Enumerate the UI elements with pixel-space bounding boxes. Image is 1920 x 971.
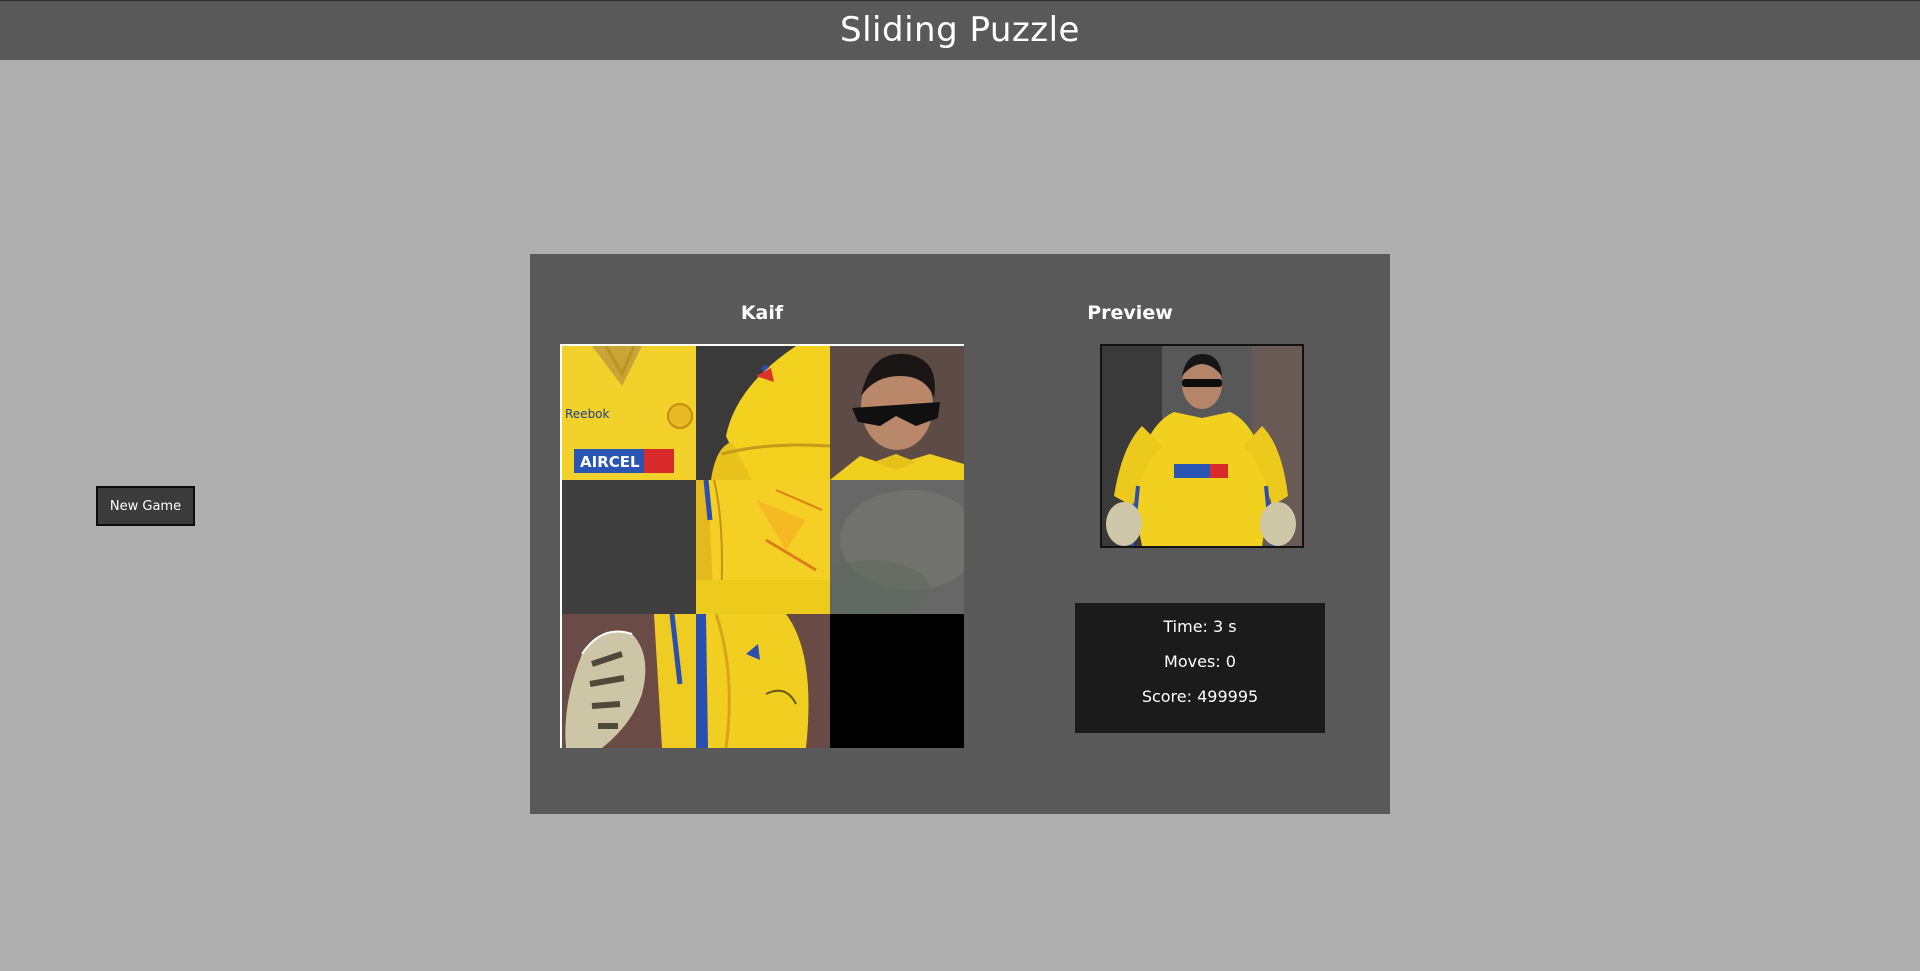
preview-image — [1100, 344, 1304, 548]
puzzle-tile[interactable] — [562, 614, 696, 748]
empty-tile — [830, 614, 964, 748]
puzzle-tile[interactable] — [696, 614, 830, 748]
puzzle-tile[interactable] — [696, 346, 830, 480]
puzzle-tile[interactable] — [830, 346, 964, 480]
header-bar: Sliding Puzzle — [0, 0, 1920, 60]
puzzle-board: Reebok AIRCEL — [560, 344, 964, 748]
puzzle-tile[interactable]: Reebok AIRCEL — [562, 346, 696, 480]
game-panel: Kaif Preview Reebok AIRCEL Time: 3 s Mov… — [530, 254, 1390, 814]
svg-text:AIRCEL: AIRCEL — [580, 453, 640, 471]
page-title: Sliding Puzzle — [840, 10, 1080, 50]
preview-title: Preview — [1087, 302, 1173, 324]
time-counter: Time: 3 s — [1163, 617, 1237, 636]
score-counter: Score: 499995 — [1141, 687, 1259, 706]
new-game-button[interactable]: New Game — [96, 486, 195, 526]
svg-text:Reebok: Reebok — [565, 407, 610, 421]
puzzle-tile[interactable] — [696, 480, 830, 614]
puzzle-tile[interactable] — [562, 480, 696, 614]
stats-panel: Time: 3 s Moves: 0 Score: 499995 — [1075, 603, 1325, 733]
puzzle-name: Kaif — [740, 302, 784, 324]
moves-counter: Moves: 0 — [1164, 652, 1236, 671]
puzzle-tile[interactable] — [830, 480, 964, 614]
